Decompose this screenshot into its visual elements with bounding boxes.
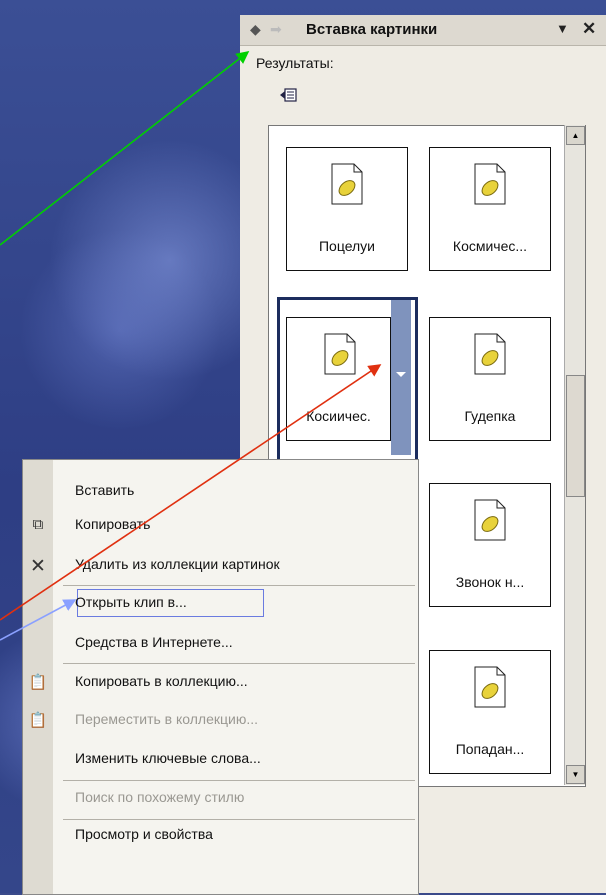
menu-item-move-to-collection: Переместить в коллекцию... (75, 711, 259, 727)
clip-thumbnail[interactable]: Звонок н... (429, 483, 551, 607)
clip-label: Звонок н... (455, 574, 525, 590)
close-icon[interactable]: ✕ (582, 19, 596, 39)
clip-file-icon (474, 666, 506, 708)
results-label: Результаты: (256, 55, 334, 71)
clip-label: Поцелуи (318, 238, 376, 254)
menu-item-copy-to-collection[interactable]: Копировать в коллекцию... (75, 673, 248, 689)
clip-label: Попадан... (455, 741, 525, 757)
delete-icon: ✕ (30, 556, 46, 577)
clip-file-icon (474, 333, 506, 375)
copy-icon: ⧉ (32, 516, 44, 533)
scroll-up-button[interactable]: ▲ (566, 126, 585, 145)
menu-separator (63, 585, 415, 586)
clip-file-icon (474, 499, 506, 541)
results-scrollbar[interactable]: ▲ ▼ (564, 125, 585, 785)
clip-file-icon (474, 163, 506, 205)
clip-dropdown-button[interactable] (391, 300, 411, 455)
collection-list-icon[interactable] (280, 87, 298, 103)
forward-arrow-icon[interactable]: ➡ (270, 21, 282, 38)
back-arrow-icon[interactable]: ◆ (250, 21, 261, 38)
pane-menu-icon[interactable]: ▼ (556, 21, 569, 36)
menu-separator (63, 780, 415, 781)
menu-separator (63, 819, 415, 820)
menu-item-tools-on-web[interactable]: Средства в Интернете... (75, 634, 233, 650)
clip-thumbnail[interactable]: Попадан... (429, 650, 551, 774)
clip-label: Гудепка (464, 408, 516, 424)
clip-label: Космичес... (452, 238, 528, 254)
chevron-down-icon (396, 372, 406, 377)
menu-item-paste[interactable]: Вставить (75, 482, 134, 498)
clip-context-menu: Вставить ⧉ Копировать ✕ Удалить из колле… (22, 459, 419, 895)
menu-item-preview-properties[interactable]: Просмотр и свойства (75, 826, 213, 842)
scroll-down-button[interactable]: ▼ (566, 765, 585, 784)
clip-file-icon (331, 163, 363, 205)
clip-thumbnail[interactable]: Гудепка (429, 317, 551, 441)
menu-item-delete-from-gallery[interactable]: Удалить из коллекции картинок (75, 556, 280, 572)
menu-item-edit-keywords[interactable]: Изменить ключевые слова... (75, 750, 261, 766)
menu-item-find-similar-style: Поиск по похожему стилю (75, 789, 245, 805)
move-to-collection-icon: 📋 (28, 712, 48, 729)
menu-item-open-clip-in[interactable]: Открыть клип в... (75, 594, 187, 610)
clip-thumbnail[interactable]: Космичес... (429, 147, 551, 271)
clip-thumbnail[interactable]: Поцелуи (286, 147, 408, 271)
task-pane-header: ◆ ➡ Вставка картинки ▼ ✕ (240, 15, 606, 46)
task-pane-title: Вставка картинки (306, 21, 438, 38)
copy-to-collection-icon: 📋 (28, 674, 48, 691)
menu-item-copy[interactable]: Копировать (75, 516, 150, 532)
menu-separator (63, 663, 415, 664)
scroll-thumb[interactable] (566, 375, 585, 497)
